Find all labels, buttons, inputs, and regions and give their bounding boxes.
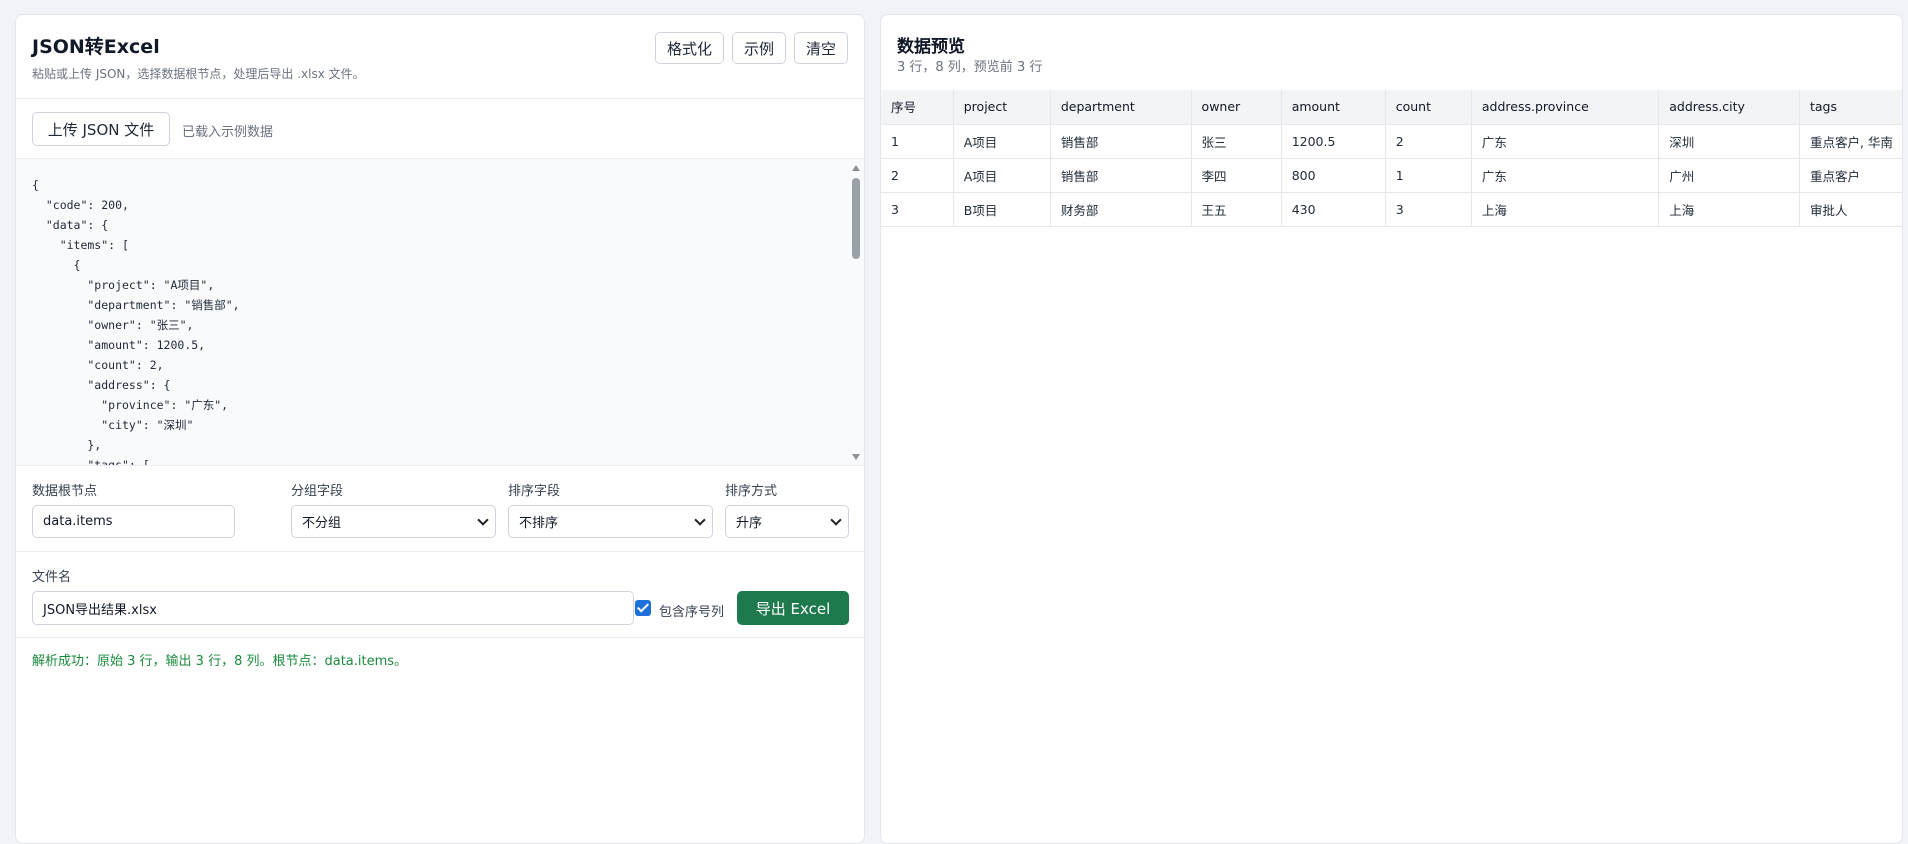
header-actions: 格式化 示例 清空 — [654, 32, 848, 64]
preview-title: 数据预览 — [897, 37, 965, 57]
table-cell: 3 — [881, 192, 954, 227]
page-title: JSON转Excel — [32, 36, 160, 58]
column-header: address.city — [1658, 90, 1800, 125]
clear-button[interactable]: 清空 — [793, 32, 848, 64]
column-header: amount — [1281, 90, 1386, 125]
table-row: 2 A项目 销售部 李四 800 1 广东 广州 重点客户 — [881, 158, 1902, 193]
chevron-down-icon — [830, 514, 842, 526]
table-cell: 上海 — [1658, 192, 1800, 227]
table-cell: 销售部 — [1050, 158, 1192, 193]
chevron-down-icon — [477, 514, 489, 526]
table-cell: 广东 — [1471, 158, 1660, 193]
table-cell: 1200.5 — [1281, 124, 1386, 159]
export-excel-button[interactable]: 导出 Excel — [737, 591, 849, 625]
scroll-up-arrow-icon[interactable] — [852, 165, 860, 171]
chevron-down-icon — [694, 514, 706, 526]
column-header: address.province — [1471, 90, 1660, 125]
include-index-label[interactable]: 包含序号列 — [659, 601, 724, 620]
data-preview-panel: 数据预览 3 行，8 列，预览前 3 行 序号 project department… — [880, 14, 1903, 844]
table-cell: 张三 — [1191, 124, 1282, 159]
table-cell: 2 — [881, 158, 954, 193]
table-header-row: 序号 project department owner amount count addre… — [881, 90, 1902, 125]
table-cell: 审批人 — [1799, 192, 1902, 227]
export-row: 文件名 JSON导出结果.xlsx 包含序号列 导出 Excel — [16, 552, 864, 638]
filename-label: 文件名 — [32, 570, 72, 585]
table-cell: 重点客户, 华南 — [1799, 124, 1902, 159]
column-header: count — [1385, 90, 1472, 125]
upload-row: 上传 JSON 文件 已载入示例数据 — [16, 99, 864, 159]
column-header: owner — [1191, 90, 1282, 125]
include-index-checkbox[interactable] — [635, 600, 651, 616]
group-field-value: 不分组 — [302, 516, 342, 531]
table-cell: 广东 — [1471, 124, 1660, 159]
table-cell: 财务部 — [1050, 192, 1192, 227]
editor-scrollbar[interactable] — [850, 159, 862, 465]
preview-header: 数据预览 3 行，8 列，预览前 3 行 — [881, 15, 1902, 91]
sort-order-value: 升序 — [736, 516, 763, 531]
json-editor-text[interactable]: { "code": 200, "data": { "items": [ { "p… — [32, 175, 240, 465]
json-editor[interactable]: { "code": 200, "data": { "items": [ { "p… — [16, 159, 864, 466]
table-row: 1 A项目 销售部 张三 1200.5 2 广东 深圳 重点客户, 华南 — [881, 124, 1902, 159]
scroll-down-arrow-icon[interactable] — [852, 454, 860, 460]
table-cell: A项目 — [953, 124, 1051, 159]
column-header: department — [1050, 90, 1192, 125]
group-field-label: 分组字段 — [291, 484, 344, 499]
table-body: 1 A项目 销售部 张三 1200.5 2 广东 深圳 重点客户, 华南 2 A项目 销售部 李四 800… — [881, 124, 1902, 227]
root-node-label: 数据根节点 — [32, 484, 98, 499]
root-node-input[interactable]: data.items — [32, 505, 235, 538]
table-cell: 李四 — [1191, 158, 1282, 193]
table-cell: 800 — [1281, 158, 1386, 193]
sort-order-select[interactable]: 升序 — [725, 505, 849, 538]
table-cell: 重点客户 — [1799, 158, 1902, 193]
parse-status-message: 解析成功：原始 3 行，输出 3 行，8 列。根节点：data.items。 — [32, 654, 408, 669]
upload-status: 已载入示例数据 — [182, 125, 274, 140]
table-cell: 3 — [1385, 192, 1472, 227]
example-button[interactable]: 示例 — [731, 32, 786, 64]
group-field-select[interactable]: 不分组 — [291, 505, 496, 538]
preview-table: 序号 project department owner amount count addre… — [881, 90, 1902, 227]
processing-controls: 数据根节点 data.items 分组字段 不分组 排序字段 不排序 排序方式 … — [16, 466, 864, 552]
format-button[interactable]: 格式化 — [654, 32, 724, 64]
column-header: tags — [1799, 90, 1902, 125]
table-cell: 王五 — [1191, 192, 1282, 227]
table-cell: 销售部 — [1050, 124, 1192, 159]
table-cell: 430 — [1281, 192, 1386, 227]
json-input-panel: JSON转Excel 粘贴或上传 JSON，选择数据根节点，处理后导出 .xls… — [15, 14, 865, 844]
table-cell: 上海 — [1471, 192, 1660, 227]
table-cell: 1 — [881, 124, 954, 159]
sort-field-value: 不排序 — [519, 516, 559, 531]
column-header: project — [953, 90, 1051, 125]
table-cell: 深圳 — [1658, 124, 1800, 159]
upload-json-button[interactable]: 上传 JSON 文件 — [32, 112, 170, 146]
preview-summary: 3 行，8 列，预览前 3 行 — [897, 60, 1043, 75]
sort-order-label: 排序方式 — [725, 484, 778, 499]
page-subtitle: 粘贴或上传 JSON，选择数据根节点，处理后导出 .xlsx 文件。 — [32, 67, 365, 81]
filename-input[interactable]: JSON导出结果.xlsx — [32, 591, 634, 625]
scroll-thumb[interactable] — [852, 178, 860, 259]
sort-field-select[interactable]: 不排序 — [508, 505, 713, 538]
table-row: 3 B项目 财务部 王五 430 3 上海 上海 审批人 — [881, 192, 1902, 227]
column-header: 序号 — [881, 90, 954, 125]
table-cell: 2 — [1385, 124, 1472, 159]
table-cell: 1 — [1385, 158, 1472, 193]
table-cell: B项目 — [953, 192, 1051, 227]
sort-field-label: 排序字段 — [508, 484, 561, 499]
table-cell: 广州 — [1658, 158, 1800, 193]
left-header: JSON转Excel 粘贴或上传 JSON，选择数据根节点，处理后导出 .xls… — [16, 15, 864, 99]
table-cell: A项目 — [953, 158, 1051, 193]
